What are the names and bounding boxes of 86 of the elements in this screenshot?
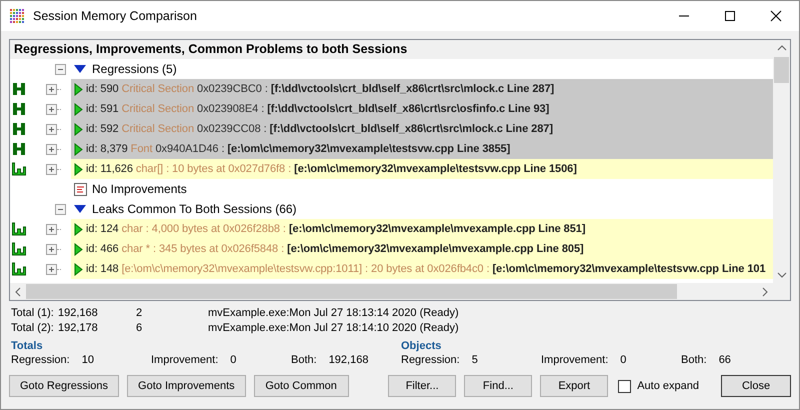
play-icon xyxy=(74,122,83,136)
expand-icon[interactable] xyxy=(46,124,57,134)
tree-group-label[interactable]: Regressions (5) xyxy=(92,62,177,76)
stat-value: 0 xyxy=(230,354,236,366)
scroll-thumb[interactable] xyxy=(26,284,677,299)
tree-item[interactable]: id: 466 char * : 345 bytes at 0x026f5848 : [e:\om\c\memory32\mvexample\mvexample.cpp Line 805] xyxy=(71,239,773,259)
stat-value: 0 xyxy=(620,354,626,366)
tree-item[interactable]: id: 11,626 char[] : 10 bytes at 0x027d76f8 : [e:\om\c\memory32\mvexample\testsvw.cpp Line 1506] xyxy=(71,159,773,179)
scroll-thumb[interactable] xyxy=(774,57,789,83)
item-text: id: 592 Critical Section 0x0239CC08 : [f:\dd\vctools\crt_bld\self_x86\crt\src\mlock.c Line 287] xyxy=(86,123,553,135)
expand-icon[interactable] xyxy=(46,164,57,174)
session-count: 2 xyxy=(136,307,144,319)
item-text: id: 148 [e:\om\c\memory32\mvexample\testsvw.cpp:1011] : 20 bytes at 0x026fb4c0 : [e:\om\c\memory32\mvexample\testsvw.cpp Line 101 xyxy=(86,263,766,275)
goto-button[interactable]: Goto Common xyxy=(254,375,349,397)
tree-group-label[interactable]: Leaks Common To Both Sessions (66) xyxy=(92,202,297,216)
leak-icon xyxy=(12,222,26,236)
window-title: Session Memory Comparison xyxy=(33,9,198,23)
tree-item[interactable]: id: 591 Critical Section 0x023908E4 : [f:\dd\vctools\crt_bld\self_x86\crt\src\osfinfo.c Line 93] xyxy=(71,99,773,119)
expand-icon[interactable] xyxy=(46,84,57,94)
play-icon xyxy=(74,222,83,236)
tree-header: Regressions, Improvements, Common Problems to both Sessions xyxy=(10,40,773,59)
stat-label: Regression: xyxy=(401,354,460,366)
stat-label: Both: xyxy=(681,354,707,366)
item-text: id: 8,379 Font 0x940A1D46 : [e:\om\c\memory32\mvexample\testsvw.cpp Line 3855] xyxy=(86,143,510,155)
section-heading: Objects xyxy=(401,340,442,352)
tree-item[interactable]: id: 148 [e:\om\c\memory32\mvexample\testsvw.cpp:1011] : 20 bytes at 0x026fb4c0 : [e:\om\c\memory32\mvexample\testsvw.cpp Line 101 xyxy=(71,259,773,279)
handle-icon xyxy=(12,122,26,136)
checkbox-label[interactable]: Auto expand xyxy=(637,380,699,392)
tree-item[interactable]: id: 8,379 Font 0x940A1D46 : [e:\om\c\memory32\mvexample\testsvw.cpp Line 3855] xyxy=(71,139,773,159)
leak-icon xyxy=(12,242,26,256)
stat-value: 10 xyxy=(82,354,94,366)
app-icon xyxy=(9,8,25,24)
session-info: mvExample.exe:Mon Jul 27 18:13:14 2020 (Ready) xyxy=(208,307,460,319)
expand-icon[interactable] xyxy=(46,104,57,114)
stat-value: 192,168 xyxy=(328,354,368,366)
auto-expand-checkbox[interactable] xyxy=(618,380,632,392)
close-button[interactable]: Close xyxy=(721,375,791,397)
action-button[interactable]: Filter... xyxy=(388,375,456,397)
play-icon xyxy=(74,262,83,276)
tree-group-label[interactable]: No Improvements xyxy=(92,182,187,196)
action-button[interactable]: Export xyxy=(540,375,608,397)
leak-icon xyxy=(12,162,26,176)
play-icon xyxy=(74,242,83,256)
handle-icon xyxy=(12,82,26,96)
collapse-icon[interactable] xyxy=(55,64,66,74)
stat-value: 66 xyxy=(718,354,731,366)
leak-icon xyxy=(12,262,26,276)
action-button[interactable]: Find... xyxy=(464,375,532,397)
tree-item[interactable]: id: 590 Critical Section 0x0239CBC0 : [f:\dd\vctools\crt_bld\self_x86\crt\src\mlock.c Line 287] xyxy=(71,79,773,99)
item-text: id: 466 char * : 345 bytes at 0x026f5848 : [e:\om\c\memory32\mvexample\mvexample.cpp Line 805] xyxy=(86,243,584,255)
play-icon xyxy=(74,82,83,96)
expand-icon[interactable] xyxy=(46,264,57,274)
stat-label: Regression: xyxy=(11,354,70,366)
expand-icon[interactable] xyxy=(46,224,57,234)
session-label: Total (2): xyxy=(11,322,55,334)
item-text: id: 124 char : 4,000 bytes at 0x026f28b8 : [e:\om\c\memory32\mvexample\mvexample.cpp Line 851] xyxy=(86,223,586,235)
session-label: Total (1): xyxy=(11,307,55,319)
stat-label: Improvement: xyxy=(541,354,608,366)
expand-icon[interactable] xyxy=(46,144,57,154)
horizontal-scrollbar[interactable] xyxy=(10,283,773,300)
item-text: id: 590 Critical Section 0x0239CBC0 : [f:\dd\vctools\crt_bld\self_x86\crt\src\mlock.c Line 287] xyxy=(86,83,554,95)
stat-label: Both: xyxy=(291,354,317,366)
session-bytes: 192,178 xyxy=(58,322,99,334)
handle-icon xyxy=(12,142,26,156)
item-text: id: 591 Critical Section 0x023908E4 : [f:\dd\vctools\crt_bld\self_x86\crt\src\osfinfo.c Line 93] xyxy=(86,103,550,115)
vertical-scrollbar[interactable] xyxy=(773,40,790,300)
play-icon xyxy=(74,102,83,116)
session-info: mvExample.exe:Mon Jul 27 18:14:10 2020 (Ready) xyxy=(208,322,460,334)
item-text: id: 11,626 char[] : 10 bytes at 0x027d76f8 : [e:\om\c\memory32\mvexample\testsvw.cpp Line 1506] xyxy=(86,163,577,175)
stat-label: Improvement: xyxy=(151,354,218,366)
triangle-icon xyxy=(74,65,86,73)
session-bytes: 192,168 xyxy=(58,307,99,319)
triangle-icon xyxy=(74,205,86,213)
list-icon xyxy=(74,182,87,196)
play-icon xyxy=(74,142,83,156)
collapse-icon[interactable] xyxy=(55,204,66,214)
stat-value: 5 xyxy=(472,354,478,366)
tree-item[interactable]: id: 592 Critical Section 0x0239CC08 : [f:\dd\vctools\crt_bld\self_x86\crt\src\mlock.c Line 287] xyxy=(71,119,773,139)
section-heading: Totals xyxy=(11,340,44,352)
tree-item[interactable]: id: 124 char : 4,000 bytes at 0x026f28b8 : [e:\om\c\memory32\mvexample\mvexample.cpp Line 851] xyxy=(71,219,773,239)
goto-button[interactable]: Goto Improvements xyxy=(127,375,246,397)
session-count: 6 xyxy=(136,322,144,334)
play-icon xyxy=(74,162,83,176)
handle-icon xyxy=(12,102,26,116)
expand-icon[interactable] xyxy=(46,244,57,254)
goto-button[interactable]: Goto Regressions xyxy=(9,375,120,397)
